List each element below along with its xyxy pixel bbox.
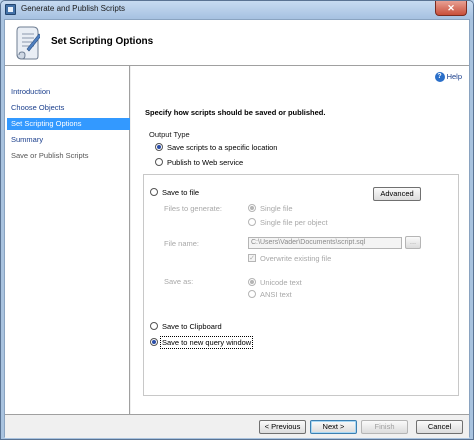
file-name-field: C:\Users\Vader\Documents\script.sql — [248, 237, 402, 249]
radio-label: Publish to Web service — [167, 158, 244, 167]
cancel-button[interactable]: Cancel — [416, 420, 463, 434]
nav-item-save-or-publish: Save or Publish Scripts — [11, 151, 89, 160]
radio-save-to-file[interactable]: Save to file — [150, 187, 199, 198]
browse-button: ... — [405, 236, 421, 249]
overwrite-checkbox-row: ✓ Overwrite existing file — [248, 253, 331, 264]
save-options-frame: Save to file Advanced Files to generate:… — [143, 174, 459, 396]
radio-single-file: Single file — [248, 203, 293, 214]
dialog-client: Set Scripting Options Introduction Choos… — [4, 19, 470, 438]
radio-publish-web-service[interactable]: Publish to Web service — [155, 157, 243, 168]
radio-unicode-text: Unicode text — [248, 277, 302, 288]
close-icon: ✕ — [447, 3, 455, 13]
main-panel: ? Help Specify how scripts should be save… — [131, 66, 469, 414]
radio-unselected-icon[interactable] — [155, 158, 163, 167]
radio-single-file-per-object: Single file per object — [248, 217, 328, 228]
radio-disabled-icon — [248, 218, 256, 227]
close-button[interactable]: ✕ — [435, 1, 467, 16]
radio-label: Unicode text — [260, 278, 302, 287]
wizard-window: Generate and Publish Scripts ✕ Set Scrip… — [0, 0, 474, 440]
radio-unselected-icon[interactable] — [150, 188, 158, 197]
files-to-generate-label: Files to generate: — [164, 204, 222, 213]
radio-label: Save to new query window — [159, 336, 254, 349]
radio-save-to-query-window[interactable]: Save to new query window — [150, 336, 254, 349]
advanced-button[interactable]: Advanced — [373, 187, 421, 201]
file-name-label: File name: — [164, 239, 200, 248]
help-icon: ? — [434, 72, 445, 83]
radio-label: Save to Clipboard — [162, 322, 222, 331]
previous-button[interactable]: < Previous — [259, 420, 306, 434]
instruction-text: Specify how scripts should be saved or p… — [145, 108, 326, 117]
nav-item-choose-objects[interactable]: Choose Objects — [7, 102, 130, 114]
radio-selected-icon[interactable] — [150, 338, 158, 347]
next-button[interactable]: Next > — [310, 420, 357, 434]
radio-disabled-icon — [248, 290, 256, 299]
radio-selected-icon[interactable] — [155, 143, 163, 152]
app-icon — [5, 4, 16, 15]
wizard-nav: Introduction Choose Objects Set Scriptin… — [5, 66, 130, 414]
radio-label: Single file per object — [260, 218, 328, 227]
overwrite-label: Overwrite existing file — [260, 254, 332, 263]
output-type-label: Output Type — [149, 130, 190, 139]
help-link[interactable]: ? Help — [434, 71, 462, 83]
title-bar[interactable]: Generate and Publish Scripts ✕ — [1, 1, 473, 19]
radio-save-to-clipboard[interactable]: Save to Clipboard — [150, 321, 222, 332]
overwrite-checkbox: ✓ — [248, 254, 256, 263]
nav-item-set-scripting-options[interactable]: Set Scripting Options — [7, 118, 130, 130]
radio-label: Single file — [260, 204, 293, 213]
window-title: Generate and Publish Scripts — [21, 4, 126, 13]
radio-disabled-selected-icon — [248, 278, 256, 287]
finish-button: Finish — [361, 420, 408, 434]
radio-disabled-selected-icon — [248, 204, 256, 213]
page-title: Set Scripting Options — [51, 36, 154, 47]
radio-label: Save to file — [162, 188, 200, 197]
radio-save-to-location[interactable]: Save scripts to a specific location — [155, 142, 277, 153]
nav-item-introduction[interactable]: Introduction — [7, 86, 130, 98]
radio-ansi-text: ANSI text — [248, 289, 292, 300]
scroll-icon — [16, 26, 40, 60]
radio-label: ANSI text — [260, 290, 292, 299]
radio-label: Save scripts to a specific location — [167, 143, 278, 152]
radio-unselected-icon[interactable] — [150, 322, 158, 331]
button-bar: < Previous Next > Finish Cancel — [5, 414, 469, 438]
nav-item-summary[interactable]: Summary — [7, 134, 130, 146]
help-label: Help — [446, 72, 462, 81]
wizard-header: Set Scripting Options — [5, 20, 469, 66]
save-as-label: Save as: — [164, 277, 194, 286]
